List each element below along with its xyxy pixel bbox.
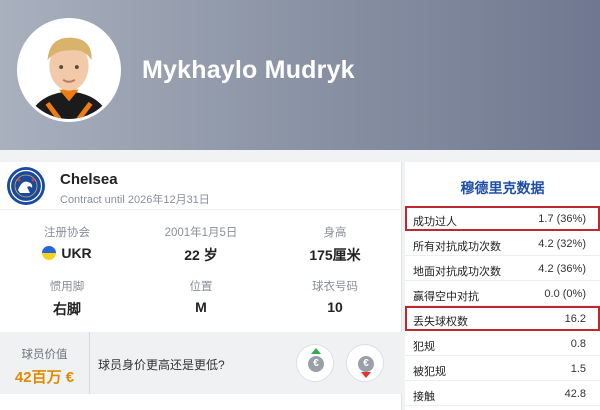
- market-value: 球员价值 42百万 €: [0, 332, 90, 394]
- player-info-card: Chelsea Contract until 2026年12月31日 注册协会 …: [0, 162, 402, 410]
- stat-value: 42.8: [564, 388, 586, 400]
- market-value-amount: 42百万 €: [14, 369, 75, 386]
- stat-value: 4.2 (36%): [538, 263, 586, 275]
- stats-list: 成功过人 1.7 (36%) 所有对抗成功次数 4.2 (32%) 地面对抗成功次数 4.…: [405, 206, 600, 406]
- contract-date: Contract until 2026年12月31日: [60, 194, 210, 206]
- stat-value: 4.2 (32%): [538, 238, 586, 250]
- stat-label: 地面对抗成功次数: [413, 266, 501, 278]
- player-page: Mykhaylo Mudryk Chelsea Contract until 2…: [0, 0, 600, 410]
- vote-higher-button[interactable]: €: [296, 344, 334, 382]
- info-cell-position: 位置 M: [134, 278, 268, 315]
- info-label: 身高: [323, 227, 347, 239]
- stat-label: 赢得空中对抗: [413, 291, 479, 303]
- stat-row: 被犯规 1.5: [405, 356, 600, 381]
- stat-row: 所有对抗成功次数 4.2 (32%): [405, 231, 600, 256]
- stat-value: 0.0 (0%): [544, 288, 586, 300]
- vote-lower-button[interactable]: €: [346, 344, 384, 382]
- market-value-label: 球员价值: [21, 349, 68, 361]
- info-cell-association: 注册协会 UKR: [0, 224, 134, 261]
- stat-value: 16.2: [564, 313, 586, 325]
- stat-label: 所有对抗成功次数: [413, 241, 501, 253]
- info-value: 10: [327, 299, 343, 315]
- stat-label: 成功过人: [413, 216, 457, 228]
- info-cell-shirt-number: 球衣号码 10: [268, 278, 402, 315]
- info-cell-foot: 惯用脚 右脚: [0, 278, 134, 319]
- arrow-down-icon: [361, 372, 371, 378]
- stat-value: 0.8: [570, 338, 586, 350]
- stats-panel: 穆德里克数据 成功过人 1.7 (36%) 所有对抗成功次数 4.2 (32%) 地面对…: [405, 162, 600, 410]
- stat-row: 地面对抗成功次数 4.2 (36%): [405, 256, 600, 281]
- club-name[interactable]: Chelsea: [60, 171, 118, 188]
- player-photo-icon: [20, 21, 118, 119]
- player-name: Mykhaylo Mudryk: [142, 56, 355, 84]
- value-question: 球员身价更高还是更低?: [98, 358, 225, 372]
- info-cell-birthdate: 2001年1月5日 22 岁: [134, 224, 268, 265]
- stat-row: 丢失球权数 16.2: [405, 306, 600, 331]
- stat-label: 接触: [413, 391, 435, 403]
- info-value: 22 岁: [184, 247, 218, 263]
- info-label: 球衣号码: [312, 281, 358, 293]
- stat-value: 1.5: [570, 363, 586, 375]
- arrow-up-icon: [311, 348, 321, 354]
- info-cell-height: 身高 175厘米: [268, 224, 402, 265]
- player-avatar: [17, 18, 121, 122]
- info-label: 注册协会: [44, 227, 90, 239]
- info-value: UKR: [0, 245, 134, 261]
- chelsea-crest-icon: [7, 167, 45, 205]
- info-label: 2001年1月5日: [164, 227, 238, 239]
- club-row[interactable]: Chelsea Contract until 2026年12月31日: [0, 162, 402, 210]
- info-value: M: [195, 299, 207, 315]
- info-label: 惯用脚: [49, 281, 85, 293]
- stats-title: 穆德里克数据: [460, 180, 545, 196]
- euro-coin-icon: €: [358, 356, 374, 372]
- nationality-value: UKR: [61, 245, 92, 261]
- stat-label: 丢失球权数: [413, 316, 468, 328]
- stat-value: 1.7 (36%): [538, 213, 586, 225]
- stat-row: 赢得空中对抗 0.0 (0%): [405, 281, 600, 306]
- stat-row: 犯规 0.8: [405, 331, 600, 356]
- info-label: 位置: [189, 281, 213, 293]
- player-header: Mykhaylo Mudryk: [0, 0, 600, 150]
- stat-row: 接触 42.8: [405, 381, 600, 406]
- stat-label: 犯规: [413, 341, 435, 353]
- ukraine-flag-icon: [42, 246, 57, 260]
- info-value: 175厘米: [309, 247, 361, 263]
- stat-row: 成功过人 1.7 (36%): [405, 206, 600, 231]
- euro-coin-icon: €: [308, 356, 324, 372]
- info-value: 右脚: [53, 301, 81, 317]
- market-value-box: 球员价值 42百万 € 球员身价更高还是更低? € €: [0, 332, 402, 394]
- stat-label: 被犯规: [413, 366, 446, 378]
